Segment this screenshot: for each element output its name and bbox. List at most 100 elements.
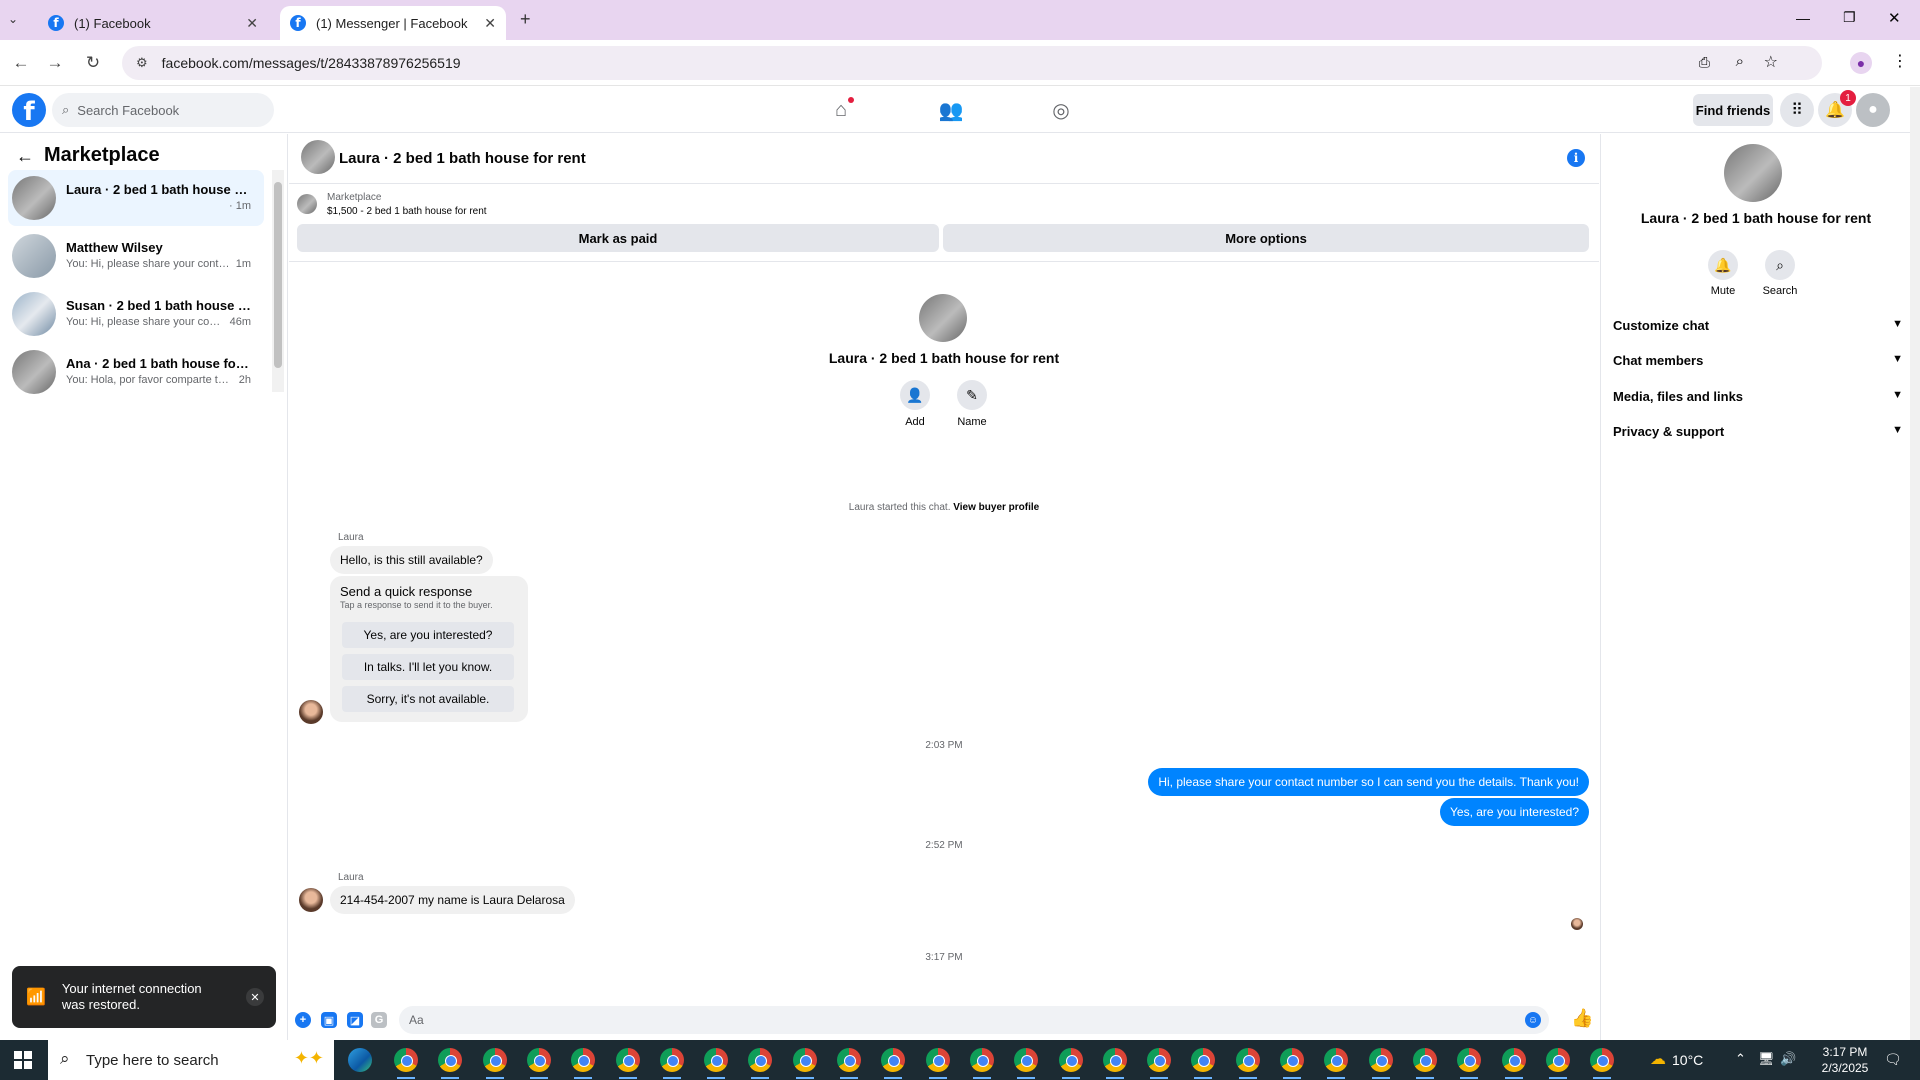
tab-search-dropdown-icon[interactable]: ⌄: [8, 12, 18, 26]
chrome-taskbar-icon[interactable]: [571, 1048, 596, 1072]
listing-title[interactable]: $1,500 - 2 bed 1 bath house for rent: [327, 206, 487, 217]
chat-title[interactable]: Laura · 2 bed 1 bath house for rent: [339, 150, 586, 167]
forward-icon[interactable]: →: [44, 52, 66, 74]
bookmark-star-icon[interactable]: ☆: [1764, 52, 1778, 72]
chrome-taskbar-icon[interactable]: [1501, 1048, 1526, 1072]
chrome-taskbar-icon[interactable]: [704, 1048, 729, 1072]
chrome-taskbar-icon[interactable]: [1014, 1048, 1039, 1072]
friends-icon[interactable]: 👥: [938, 97, 964, 123]
name-chat-button[interactable]: ✎ Name: [942, 380, 1002, 428]
close-tab-icon[interactable]: ✕: [484, 15, 496, 32]
tab-facebook[interactable]: f (1) Facebook ✕: [38, 6, 268, 40]
chrome-taskbar-icon[interactable]: [925, 1048, 950, 1072]
chrome-taskbar-icon[interactable]: [394, 1048, 418, 1072]
avatar[interactable]: [301, 140, 335, 174]
notifications-icon[interactable]: 🔔 1: [1818, 90, 1856, 127]
reload-icon[interactable]: ↻: [82, 52, 104, 74]
page-scrollbar[interactable]: [1910, 87, 1920, 1041]
chrome-taskbar-icon[interactable]: [748, 1048, 773, 1072]
quick-response-option[interactable]: Yes, are you interested?: [342, 622, 514, 648]
view-buyer-profile-link[interactable]: View buyer profile: [953, 502, 1039, 513]
minimize-icon[interactable]: —: [1796, 10, 1810, 26]
edge-icon[interactable]: [348, 1048, 372, 1072]
chat-members-item[interactable]: Chat members ▼: [1613, 353, 1903, 368]
chrome-taskbar-icon[interactable]: [1457, 1048, 1482, 1072]
notification-center-icon[interactable]: 🗨: [1884, 1051, 1902, 1068]
clock[interactable]: 3:17 PM 2/3/2025: [1810, 1044, 1880, 1076]
incoming-message[interactable]: 214-454-2007 my name is Laura Delarosa: [330, 886, 575, 914]
tab-messenger[interactable]: f (1) Messenger | Facebook ✕: [280, 6, 506, 40]
like-thumb-icon[interactable]: 👍: [1571, 1008, 1593, 1029]
taskbar-search-input[interactable]: ⌕ Type here to search ✦✦: [48, 1040, 334, 1080]
chrome-taskbar-icon[interactable]: [837, 1048, 861, 1072]
chrome-taskbar-icon[interactable]: [659, 1048, 684, 1072]
more-options-button[interactable]: More options: [943, 224, 1589, 252]
customize-chat-item[interactable]: Customize chat ▼: [1613, 318, 1903, 333]
groups-icon[interactable]: ◎: [1048, 97, 1074, 123]
chrome-taskbar-icon[interactable]: [1324, 1048, 1349, 1072]
gif-icon[interactable]: G: [371, 1012, 387, 1028]
chrome-taskbar-icon[interactable]: [881, 1048, 906, 1072]
back-icon[interactable]: ←: [10, 52, 32, 74]
zoom-icon[interactable]: ⌕: [1736, 53, 1744, 70]
plus-icon[interactable]: +: [295, 1012, 311, 1028]
install-app-icon[interactable]: ⎙: [1699, 54, 1710, 71]
sender-avatar[interactable]: [299, 888, 323, 912]
home-icon[interactable]: ⌂: [828, 97, 854, 123]
message-input[interactable]: Aa ☺: [399, 1006, 1549, 1034]
chrome-taskbar-icon[interactable]: [1545, 1048, 1570, 1072]
mute-button[interactable]: 🔔 Mute: [1698, 250, 1748, 297]
conversation-item-ana[interactable]: Ana · 2 bed 1 bath house for rent You: H…: [8, 344, 264, 400]
mark-as-paid-button[interactable]: Mark as paid: [297, 224, 939, 252]
chrome-taskbar-icon[interactable]: [526, 1048, 551, 1072]
chrome-taskbar-icon[interactable]: [792, 1048, 817, 1072]
chrome-taskbar-icon[interactable]: [969, 1048, 994, 1072]
chrome-taskbar-icon[interactable]: [1368, 1048, 1393, 1072]
chrome-taskbar-icon[interactable]: [1280, 1048, 1304, 1072]
media-files-links-item[interactable]: Media, files and links ▼: [1613, 389, 1903, 404]
quick-response-option[interactable]: In talks. I'll let you know.: [342, 654, 514, 680]
scrollbar-thumb[interactable]: [274, 182, 282, 368]
close-tab-icon[interactable]: ✕: [246, 15, 258, 32]
photo-icon[interactable]: ▣: [321, 1012, 337, 1028]
tray-chevron-icon[interactable]: ⌃: [1735, 1051, 1746, 1067]
outgoing-message[interactable]: Hi, please share your contact number so …: [1148, 768, 1589, 796]
facebook-search-input[interactable]: ⌕ Search Facebook: [52, 93, 274, 127]
close-window-icon[interactable]: ✕: [1888, 9, 1901, 27]
chrome-taskbar-icon[interactable]: [1590, 1048, 1615, 1072]
browser-menu-icon[interactable]: ⋮: [1892, 51, 1908, 71]
chrome-taskbar-icon[interactable]: [1191, 1048, 1216, 1072]
new-tab-icon[interactable]: +: [520, 9, 531, 30]
chrome-taskbar-icon[interactable]: [1235, 1048, 1260, 1072]
emoji-icon[interactable]: ☺: [1525, 1012, 1541, 1028]
facebook-logo-icon[interactable]: f: [12, 93, 46, 127]
sticker-icon[interactable]: ◪: [347, 1012, 363, 1028]
network-icon[interactable]: 🖥: [1758, 1051, 1775, 1067]
chrome-taskbar-icon[interactable]: [1412, 1048, 1437, 1072]
info-icon[interactable]: i: [1567, 149, 1585, 167]
search-conversation-button[interactable]: ⌕ Search: [1755, 250, 1805, 297]
back-arrow-icon[interactable]: ←: [16, 146, 34, 167]
add-people-button[interactable]: 👤 Add: [885, 380, 945, 428]
profile-icon[interactable]: ●: [1850, 52, 1872, 74]
toast-close-icon[interactable]: ✕: [246, 988, 264, 1006]
address-bar[interactable]: ⚙ facebook.com/messages/t/28433878976256…: [122, 46, 1822, 80]
chrome-taskbar-icon[interactable]: [615, 1048, 640, 1072]
account-avatar-icon[interactable]: ●: [1856, 93, 1890, 127]
chrome-taskbar-icon[interactable]: [482, 1048, 507, 1072]
temperature[interactable]: 10°C: [1672, 1052, 1703, 1068]
conversation-item-susan[interactable]: Susan · 2 bed 1 bath house for r... You:…: [8, 286, 264, 342]
chrome-taskbar-icon[interactable]: [1058, 1048, 1083, 1072]
chrome-taskbar-icon[interactable]: [1102, 1048, 1127, 1072]
incoming-message[interactable]: Hello, is this still available?: [330, 546, 493, 574]
quick-response-option[interactable]: Sorry, it's not available.: [342, 686, 514, 712]
outgoing-message[interactable]: Yes, are you interested?: [1440, 798, 1589, 826]
site-settings-icon[interactable]: ⚙: [136, 55, 148, 71]
sender-avatar[interactable]: [299, 700, 323, 724]
chrome-taskbar-icon[interactable]: [438, 1048, 463, 1072]
conversation-item-laura[interactable]: Laura · 2 bed 1 bath house for r... · 1m: [8, 170, 264, 226]
menu-grid-icon[interactable]: ⠿: [1780, 93, 1814, 127]
volume-icon[interactable]: 🔊: [1780, 1051, 1796, 1067]
restore-icon[interactable]: ❐: [1843, 9, 1856, 26]
conversation-scrollbar[interactable]: [272, 170, 284, 392]
